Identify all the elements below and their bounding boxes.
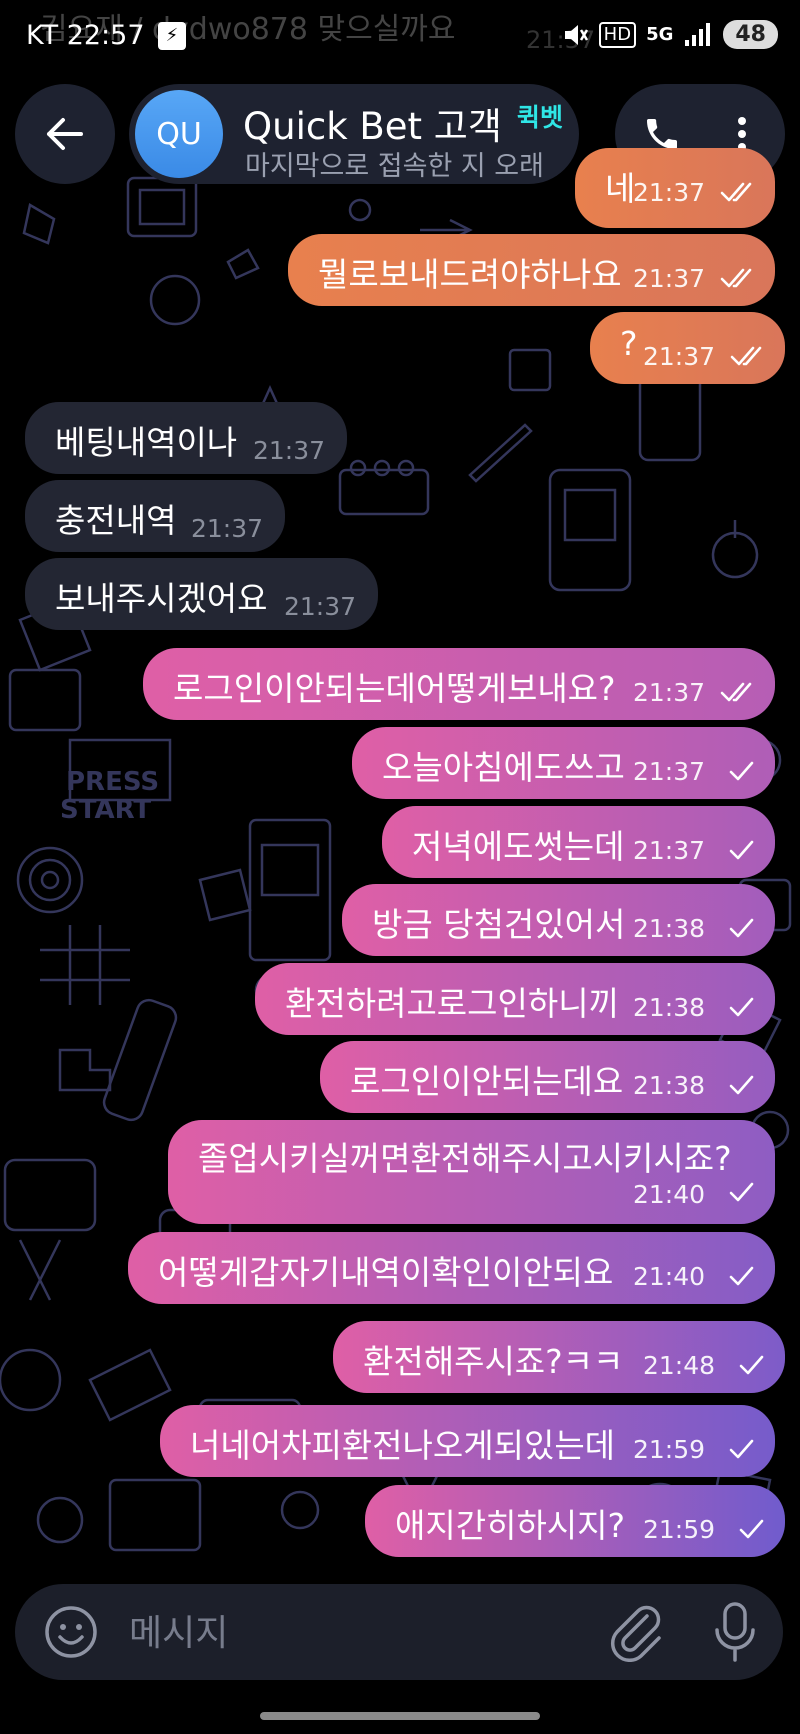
last-seen-status: 마지막으로 접속한 지 오래 (245, 151, 544, 182)
outgoing-message[interactable]: 네 21:37 (575, 148, 775, 228)
check-icon (729, 1182, 754, 1202)
chat-header[interactable]: QU Quick Bet 고객 퀵벳 마지막으로 접속한 지 오래 (129, 84, 579, 184)
message-time: 21:40 (632, 1262, 705, 1291)
mute-icon (564, 24, 588, 45)
battery-indicator: 48 (723, 20, 778, 49)
message-time: 21:59 (632, 1435, 705, 1464)
hd-icon: HD (598, 21, 637, 48)
smiley-icon (45, 1606, 97, 1658)
signal-icon (685, 22, 711, 46)
message-text: 로그인이안되는데요 (350, 1062, 624, 1101)
check-icon (729, 761, 754, 781)
check-icon (729, 1439, 754, 1459)
avatar-initials: QU (156, 116, 202, 152)
message-time: 21:37 (632, 836, 705, 865)
message-text: 애지간히하시지? (395, 1506, 626, 1545)
message-time: 21:37 (632, 264, 705, 293)
outgoing-message[interactable]: 환전하려고로그인하니끼 21:38 (255, 963, 775, 1035)
attach-button[interactable] (607, 1602, 665, 1666)
message-time: 21:38 (632, 1071, 705, 1100)
message-text: 어떻게갑자기내역이확인이안되요 (158, 1253, 614, 1292)
check-icon (729, 997, 754, 1017)
message-time: 21:37 (190, 514, 263, 543)
outgoing-message[interactable]: 오늘아침에도쓰고 21:37 (352, 727, 775, 799)
check-icon (739, 1519, 764, 1539)
check-icon (729, 1266, 754, 1286)
avatar[interactable]: QU (135, 90, 223, 178)
message-time: 21:37 (642, 342, 715, 371)
message-text: 뭘로보내드려야하나요 (318, 255, 622, 294)
message-time: 21:37 (632, 757, 705, 786)
message-time: 21:40 (632, 1180, 705, 1209)
outgoing-message[interactable]: 애지간히하시지? 21:59 (365, 1485, 785, 1557)
outgoing-message[interactable]: 로그인이안되는데어떻게보내요? 21:37 (143, 648, 775, 720)
more-vertical-icon (738, 117, 746, 151)
microphone-icon (715, 1602, 755, 1662)
message-time: 21:37 (283, 592, 356, 621)
status-carrier-time: KT 22:57 (26, 20, 145, 51)
chat-badge: 퀵벳 (517, 103, 564, 132)
back-button[interactable] (15, 84, 115, 184)
incoming-message[interactable]: 베팅내역이나 21:37 (25, 402, 347, 474)
outgoing-message[interactable]: 환전해주시죠?ㅋㅋ 21:48 (333, 1321, 785, 1393)
message-text: 저녁에도썻는데 (412, 827, 625, 866)
message-time: 21:37 (632, 178, 705, 207)
double-check-icon (720, 682, 752, 702)
check-icon (739, 1355, 764, 1375)
home-indicator[interactable] (260, 1712, 540, 1720)
arrow-left-icon (47, 118, 83, 150)
message-text: 환전하려고로그인하니끼 (285, 984, 619, 1023)
message-input[interactable] (127, 1602, 591, 1664)
message-text: 보내주시겠어요 (55, 579, 268, 618)
message-time: 21:38 (632, 914, 705, 943)
carrier: KT (26, 20, 59, 51)
outgoing-message[interactable]: ? 21:37 (590, 312, 785, 384)
message-text: 로그인이안되는데어떻게보내요? (173, 669, 616, 708)
message-text: 충전내역 (55, 501, 177, 540)
message-text: 방금 당첨건있어서 (372, 905, 626, 944)
message-composer (15, 1584, 783, 1680)
network-type: 5G (646, 24, 674, 45)
svg-text:PRESS: PRESS (66, 767, 159, 797)
message-time: 21:37 (252, 436, 325, 465)
message-text: 졸업시키실꺼면환전해주시고시키시죠? (198, 1139, 732, 1178)
message-text: 오늘아침에도쓰고 (382, 748, 625, 787)
check-icon (729, 918, 754, 938)
message-text: 네 (605, 169, 636, 208)
outgoing-message[interactable]: 저녁에도썻는데 21:37 (382, 806, 775, 878)
voice-record-button[interactable] (711, 1600, 759, 1668)
check-icon (729, 1075, 754, 1095)
status-bar: 김요재 / dydwo878 맞으실까요 21:37 KT 22:57 ⚡ HD… (0, 0, 800, 72)
chat-title: Quick Bet 고객 (243, 105, 502, 148)
check-icon (729, 840, 754, 860)
outgoing-message[interactable]: 졸업시키실꺼면환전해주시고시키시죠? 21:40 (168, 1120, 775, 1224)
double-check-icon (730, 346, 762, 366)
message-time: 21:48 (642, 1351, 715, 1380)
outgoing-message[interactable]: 로그인이안되는데요 21:38 (320, 1041, 775, 1113)
outgoing-message[interactable]: 뭘로보내드려야하나요 21:37 (288, 234, 775, 306)
message-time: 21:37 (632, 678, 705, 707)
paperclip-icon (611, 1605, 661, 1662)
incoming-message[interactable]: 보내주시겠어요 21:37 (25, 558, 378, 630)
double-check-icon (720, 182, 752, 202)
svg-text:START: START (60, 795, 151, 825)
message-time: 21:38 (632, 993, 705, 1022)
outgoing-message[interactable]: 방금 당첨건있어서 21:38 (342, 884, 775, 956)
vpn-icon: ⚡ (158, 22, 186, 50)
clock: 22:57 (66, 20, 145, 51)
double-check-icon (720, 268, 752, 288)
message-text: ? (620, 324, 638, 363)
message-text: 너네어차피환전나오게되있는데 (190, 1426, 616, 1465)
message-text: 베팅내역이나 (55, 423, 238, 462)
incoming-message[interactable]: 충전내역 21:37 (25, 480, 285, 552)
message-text: 환전해주시죠?ㅋㅋ (363, 1342, 624, 1381)
outgoing-message[interactable]: 어떻게갑자기내역이확인이안되요 21:40 (128, 1232, 775, 1304)
outgoing-message[interactable]: 너네어차피환전나오게되있는데 21:59 (160, 1405, 775, 1477)
emoji-button[interactable] (43, 1604, 99, 1664)
message-time: 21:59 (642, 1515, 715, 1544)
